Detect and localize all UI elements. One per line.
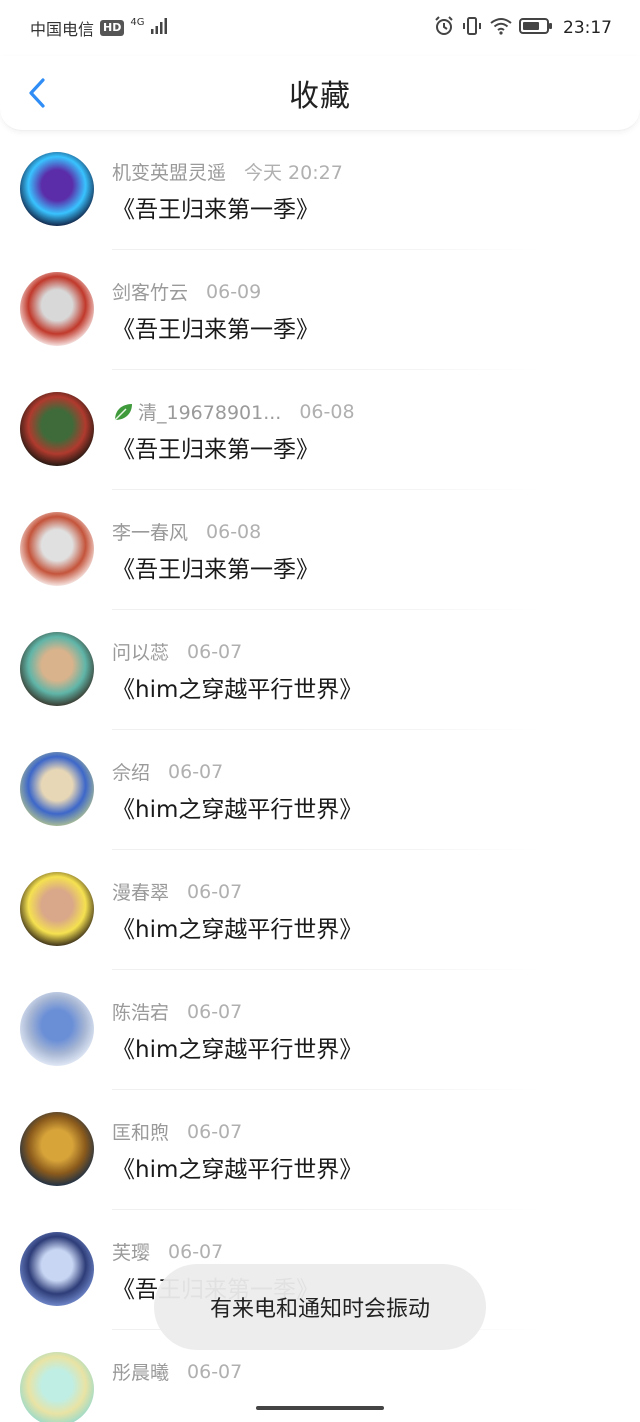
username: 匡和煦 (112, 1122, 170, 1144)
timestamp: 06-07 (168, 1240, 224, 1263)
network-type: 4G (130, 16, 145, 28)
status-right: 23:17 (433, 15, 612, 41)
book-title: 《吾王归来第一季》 (112, 557, 319, 583)
row-meta: 李一春风 06-08 (112, 518, 261, 545)
status-bar: 中国电信 HD 4G 23:17 (0, 0, 640, 56)
book-title: 《him之穿越平行世界》 (112, 1037, 363, 1063)
avatar[interactable] (20, 152, 94, 226)
row-meta: 匡和煦 06-07 (112, 1118, 242, 1145)
row-meta: 佘绍 06-07 (112, 758, 223, 785)
list-item[interactable]: 漫春翠 06-07 《him之穿越平行世界》 (0, 850, 640, 970)
alarm-icon (433, 15, 455, 41)
avatar[interactable] (20, 872, 94, 946)
row-meta: 机变英盟灵遥 今天 20:27 (112, 158, 343, 185)
row-meta: 芙璎 06-07 (112, 1238, 223, 1265)
username: 彤晨曦 (112, 1362, 170, 1384)
username: 陈浩宕 (112, 1002, 170, 1024)
carrier-label: 中国电信 (30, 20, 95, 39)
page-title: 收藏 (289, 79, 351, 114)
wifi-icon (489, 16, 513, 40)
list-item[interactable]: 问以蕊 06-07 《him之穿越平行世界》 (0, 610, 640, 730)
app-header: 收藏 (0, 56, 640, 131)
timestamp: 06-07 (187, 640, 243, 663)
row-meta: 漫春翠 06-07 (112, 878, 242, 905)
username: 剑客竹云 (112, 282, 189, 304)
avatar[interactable] (20, 392, 94, 466)
leaf-icon (114, 403, 132, 421)
timestamp: 06-08 (206, 520, 262, 543)
book-title: 《him之穿越平行世界》 (112, 797, 363, 823)
timestamp: 今天 20:27 (244, 162, 343, 184)
timestamp: 06-07 (187, 1000, 243, 1023)
home-indicator[interactable] (256, 1406, 384, 1410)
clock: 23:17 (563, 18, 612, 38)
avatar[interactable] (20, 992, 94, 1066)
username: 芙璎 (112, 1242, 151, 1264)
hd-badge: HD (100, 20, 125, 36)
toast-message: 有来电和通知时会振动 (154, 1264, 486, 1350)
avatar[interactable] (20, 1232, 94, 1306)
avatar[interactable] (20, 1112, 94, 1186)
username: 机变英盟灵遥 (112, 162, 227, 184)
screen: 中国电信 HD 4G 23:17 收藏 机变英盟灵遥 今天 20:27 《吾王归… (0, 0, 640, 1422)
row-meta: 问以蕊 06-07 (112, 638, 242, 665)
avatar[interactable] (20, 512, 94, 586)
status-left: 中国电信 HD 4G (30, 16, 168, 40)
list-item[interactable]: 佘绍 06-07 《him之穿越平行世界》 (0, 730, 640, 850)
book-title: 《him之穿越平行世界》 (112, 1157, 363, 1183)
book-title: 《him之穿越平行世界》 (112, 677, 363, 703)
list-item[interactable]: 陈浩宕 06-07 《him之穿越平行世界》 (0, 970, 640, 1090)
book-title: 《吾王归来第一季》 (112, 317, 319, 343)
timestamp: 06-07 (187, 1360, 243, 1383)
avatar[interactable] (20, 272, 94, 346)
signal-icon (150, 17, 168, 39)
list-item[interactable]: 匡和煦 06-07 《him之穿越平行世界》 (0, 1090, 640, 1210)
username: 漫春翠 (112, 882, 170, 904)
list-item[interactable]: 剑客竹云 06-09 《吾王归来第一季》 (0, 250, 640, 370)
avatar[interactable] (20, 752, 94, 826)
username: 佘绍 (112, 762, 151, 784)
row-meta: 彤晨曦 06-07 (112, 1358, 242, 1385)
row-meta: 清_19678901... 06-08 (112, 398, 355, 425)
username: 问以蕊 (112, 642, 170, 664)
list-item[interactable]: 李一春风 06-08 《吾王归来第一季》 (0, 490, 640, 610)
timestamp: 06-07 (187, 1120, 243, 1143)
timestamp: 06-09 (206, 280, 262, 303)
row-meta: 陈浩宕 06-07 (112, 998, 242, 1025)
row-meta: 剑客竹云 06-09 (112, 278, 261, 305)
vibrate-icon (461, 15, 483, 41)
avatar[interactable] (20, 1352, 94, 1422)
username: 清_19678901... (138, 402, 282, 424)
timestamp: 06-07 (168, 760, 224, 783)
timestamp: 06-07 (187, 880, 243, 903)
username: 李一春风 (112, 522, 189, 544)
book-title: 《him之穿越平行世界》 (112, 917, 363, 943)
timestamp: 06-08 (299, 400, 355, 423)
book-title: 《吾王归来第一季》 (112, 197, 319, 223)
list-item[interactable]: 机变英盟灵遥 今天 20:27 《吾王归来第一季》 (0, 130, 640, 250)
favorites-list: 机变英盟灵遥 今天 20:27 《吾王归来第一季》 剑客竹云 06-09 《吾王归来第一季… (0, 130, 640, 1422)
book-title: 《吾王归来第一季》 (112, 437, 319, 463)
battery-icon (519, 17, 553, 39)
avatar[interactable] (20, 632, 94, 706)
list-item[interactable]: 清_19678901... 06-08 《吾王归来第一季》 (0, 370, 640, 490)
